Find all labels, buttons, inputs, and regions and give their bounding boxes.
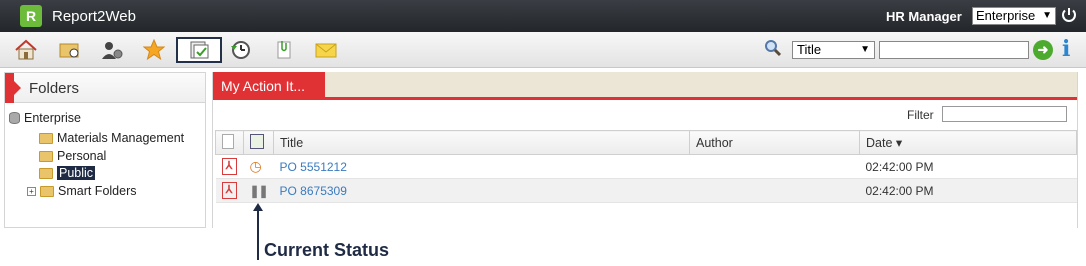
user-folder-icon: [39, 150, 53, 162]
filter-input[interactable]: [942, 106, 1067, 122]
tree-item-label-selected: Public: [57, 166, 96, 180]
tab-strip: My Action It...: [213, 72, 1077, 100]
home-icon[interactable]: [12, 37, 40, 63]
column-author[interactable]: Author: [689, 130, 860, 155]
column-doc-type[interactable]: [215, 130, 244, 155]
table-row[interactable]: ⅄ ❚❚ PO 8675309 02:42:00 PM: [215, 178, 1077, 203]
search-field-select[interactable]: Title ▼: [792, 41, 875, 59]
action-items-icon[interactable]: [176, 37, 222, 63]
chevron-down-icon: ▼: [1042, 10, 1052, 21]
user-name: HR Manager: [886, 9, 962, 24]
annotation-line: [257, 210, 259, 260]
status-check-icon: [250, 133, 264, 149]
info-icon[interactable]: i: [1062, 36, 1070, 62]
folders-panel: Folders Enterprise Materials Management …: [4, 72, 206, 228]
tree-item-label: Enterprise: [24, 111, 81, 125]
star-icon[interactable]: [140, 37, 168, 63]
folder-icon: [39, 132, 53, 144]
pdf-icon: ⅄: [221, 182, 237, 199]
envelope-icon[interactable]: [312, 37, 340, 63]
row-date-cell: 02:42:00 PM: [859, 178, 1077, 203]
app-title: Report2Web: [52, 8, 136, 25]
globe-folder-icon: [39, 167, 53, 179]
report2web-logo-icon: R: [20, 5, 42, 27]
search-go-button[interactable]: ➜: [1033, 40, 1053, 60]
row-type-cell: ⅄: [215, 154, 244, 179]
pdf-icon: ⅄: [221, 158, 237, 175]
table-row[interactable]: ⅄ ◷ PO 5551212 02:42:00 PM: [215, 154, 1077, 179]
organization-select-value: Enterprise: [976, 8, 1036, 23]
power-icon[interactable]: [1060, 6, 1078, 24]
tree-item-label: Personal: [57, 149, 107, 163]
annotation-label: Current Status: [264, 240, 390, 260]
document-icon: [222, 133, 234, 149]
row-author-cell: [689, 154, 860, 179]
folders-marker: [5, 73, 21, 103]
search-input[interactable]: [879, 41, 1029, 59]
filter-label: Filter: [907, 108, 934, 122]
row-status-cell: ❚❚: [243, 178, 274, 203]
organization-select[interactable]: Enterprise ▼: [972, 7, 1056, 25]
folders-header: Folders: [5, 73, 205, 103]
database-icon: [9, 112, 20, 124]
column-date[interactable]: Date ▾: [859, 130, 1077, 155]
pause-icon: ❚❚: [249, 183, 269, 198]
row-type-cell: ⅄: [215, 178, 244, 203]
tree-item-personal[interactable]: Personal: [39, 149, 106, 163]
attachment-icon[interactable]: [270, 37, 298, 63]
row-status-cell: ◷: [243, 154, 274, 179]
arrow-right-icon: ➜: [1037, 42, 1049, 57]
search-icon: [764, 39, 782, 62]
history-icon[interactable]: [226, 37, 254, 63]
clock-icon: ◷: [249, 158, 262, 174]
tree-item-public[interactable]: Public: [39, 166, 96, 180]
row-date-cell: 02:42:00 PM: [859, 154, 1077, 179]
row-title-link[interactable]: PO 5551212: [280, 160, 347, 174]
row-title-link[interactable]: PO 8675309: [280, 184, 347, 198]
tree-item-smart-folders[interactable]: + Smart Folders: [27, 184, 137, 198]
row-author-cell: [689, 178, 860, 203]
tree-item-enterprise[interactable]: Enterprise: [9, 111, 81, 125]
table-header-row: Title Author Date ▾: [215, 130, 1077, 155]
chevron-down-icon: ▼: [860, 44, 870, 55]
row-title-cell: PO 8675309: [273, 178, 690, 203]
row-title-cell: PO 5551212: [273, 154, 690, 179]
tree-item-label: Materials Management: [57, 131, 185, 145]
search-field-select-value: Title: [797, 42, 822, 57]
title-bar: R Report2Web HR Manager Enterprise ▼: [0, 0, 1086, 32]
folder-search-icon[interactable]: [56, 37, 84, 63]
action-items-table: Title Author Date ▾ ⅄ ◷ PO 5551212 02:42…: [215, 130, 1077, 203]
main-panel: My Action It... Filter Title Author Date…: [212, 72, 1078, 228]
folders-title: Folders: [29, 80, 80, 97]
smart-folder-icon: [40, 185, 54, 197]
toolbar: Title ▼ ➜ i: [0, 32, 1086, 68]
expand-icon[interactable]: +: [27, 186, 36, 196]
column-status[interactable]: [243, 130, 274, 155]
tab-my-action-items[interactable]: My Action It...: [213, 72, 325, 100]
tree-item-label: Smart Folders: [58, 184, 137, 198]
user-settings-icon[interactable]: [98, 37, 126, 63]
tree-item-materials-management[interactable]: Materials Management: [39, 131, 184, 145]
column-title[interactable]: Title: [273, 130, 690, 155]
